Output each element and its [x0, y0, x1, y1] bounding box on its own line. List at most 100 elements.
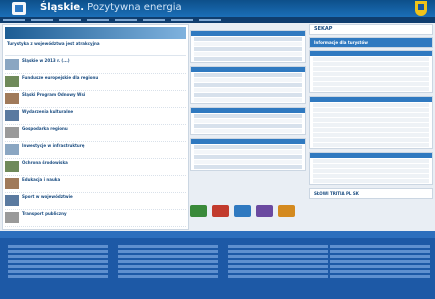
footer-link[interactable]	[330, 275, 430, 278]
box-link[interactable]	[194, 73, 302, 77]
nav-item[interactable]	[87, 19, 109, 21]
sidebar-link[interactable]	[313, 128, 429, 132]
sidebar-link[interactable]	[313, 174, 429, 178]
box-link[interactable]	[194, 83, 302, 87]
news-thumbnail[interactable]	[5, 144, 19, 155]
news-item[interactable]: Śląski Program Odnowy Wsi	[5, 92, 186, 108]
service-icon[interactable]	[256, 205, 273, 217]
box-link[interactable]	[194, 78, 302, 82]
footer-link[interactable]	[228, 260, 328, 263]
nav-item[interactable]	[143, 19, 165, 21]
footer-link[interactable]	[118, 270, 218, 273]
footer-link[interactable]	[8, 270, 108, 273]
footer-link[interactable]	[8, 245, 108, 248]
news-title[interactable]: Edukacja i nauka	[22, 177, 182, 182]
featured-image[interactable]	[5, 27, 186, 39]
sidebar-link[interactable]	[313, 57, 429, 61]
nav-item[interactable]	[31, 19, 53, 21]
sidebar-link[interactable]	[313, 108, 429, 112]
news-thumbnail[interactable]	[5, 161, 19, 172]
sidebar-link[interactable]	[313, 123, 429, 127]
news-item[interactable]: Fundusze europejskie dla regionu	[5, 75, 186, 91]
box-link[interactable]	[194, 37, 302, 41]
nav-item[interactable]	[115, 19, 137, 21]
footer-link[interactable]	[118, 245, 218, 248]
box-link[interactable]	[194, 150, 302, 154]
footer-link[interactable]	[118, 275, 218, 278]
news-thumbnail[interactable]	[5, 178, 19, 189]
service-icon[interactable]	[278, 205, 295, 217]
news-item[interactable]: Wydarzenia kulturalne	[5, 109, 186, 125]
footer-link[interactable]	[330, 265, 430, 268]
news-title[interactable]: Ochrona środowiska	[22, 160, 182, 165]
sidebar-link[interactable]	[313, 113, 429, 117]
news-thumbnail[interactable]	[5, 127, 19, 138]
box-link[interactable]	[194, 129, 302, 133]
news-title[interactable]: Śląskie w 2013 r. (...)	[22, 58, 182, 63]
tritia-badge[interactable]: SŁOWI TRITIA PL SK	[309, 188, 433, 199]
footer-link[interactable]	[8, 250, 108, 253]
box-link[interactable]	[194, 42, 302, 46]
box-link[interactable]	[194, 155, 302, 159]
sekap-banner[interactable]: SEKAP	[309, 24, 433, 35]
footer-link[interactable]	[118, 265, 218, 268]
box-link[interactable]	[194, 145, 302, 149]
news-item[interactable]: Śląskie w 2013 r. (...)	[5, 58, 186, 74]
news-thumbnail[interactable]	[5, 195, 19, 206]
news-item[interactable]: Edukacja i nauka	[5, 177, 186, 193]
news-title[interactable]: Wydarzenia kulturalne	[22, 109, 182, 114]
footer-link[interactable]	[118, 260, 218, 263]
news-item[interactable]: Ochrona środowiska	[5, 160, 186, 176]
news-title[interactable]: Fundusze europejskie dla regionu	[22, 75, 182, 80]
nav-item[interactable]	[199, 19, 221, 21]
service-icon[interactable]	[190, 205, 207, 217]
news-title[interactable]: Śląski Program Odnowy Wsi	[22, 92, 182, 97]
tourist-info-banner[interactable]: Informacje dla turystów	[309, 37, 433, 48]
footer-link[interactable]	[8, 255, 108, 258]
news-item[interactable]: Transport publiczny	[5, 211, 186, 227]
footer-link[interactable]	[330, 260, 430, 263]
sidebar-link[interactable]	[313, 82, 429, 86]
footer-link[interactable]	[228, 245, 328, 248]
box-link[interactable]	[194, 124, 302, 128]
footer-link[interactable]	[228, 265, 328, 268]
news-title[interactable]: Inwestycje w infrastrukturę	[22, 143, 182, 148]
sidebar-link[interactable]	[313, 72, 429, 76]
footer-link[interactable]	[8, 265, 108, 268]
footer-link[interactable]	[228, 250, 328, 253]
sidebar-link[interactable]	[313, 164, 429, 168]
logo-icon[interactable]	[12, 2, 26, 15]
news-thumbnail[interactable]	[5, 93, 19, 104]
sidebar-link[interactable]	[313, 62, 429, 66]
box-link[interactable]	[194, 93, 302, 97]
sidebar-link[interactable]	[313, 133, 429, 137]
sidebar-link[interactable]	[313, 159, 429, 163]
sidebar-link[interactable]	[313, 138, 429, 142]
footer-link[interactable]	[228, 275, 328, 278]
footer-link[interactable]	[228, 255, 328, 258]
news-item[interactable]: Gospodarka regionu	[5, 126, 186, 142]
footer-link[interactable]	[8, 275, 108, 278]
box-link[interactable]	[194, 98, 302, 102]
sidebar-link[interactable]	[313, 67, 429, 71]
news-thumbnail[interactable]	[5, 110, 19, 121]
box-link[interactable]	[194, 114, 302, 118]
box-link[interactable]	[194, 52, 302, 56]
box-link[interactable]	[194, 160, 302, 164]
featured-title[interactable]: Turystyka z województwa jest atrakcyjna	[7, 41, 185, 46]
news-thumbnail[interactable]	[5, 59, 19, 70]
news-item[interactable]: Inwestycje w infrastrukturę	[5, 143, 186, 159]
sidebar-link[interactable]	[313, 103, 429, 107]
nav-item[interactable]	[3, 19, 25, 21]
sidebar-link[interactable]	[313, 179, 429, 183]
box-link[interactable]	[194, 57, 302, 61]
box-link[interactable]	[194, 88, 302, 92]
sidebar-link[interactable]	[313, 143, 429, 147]
footer-link[interactable]	[330, 250, 430, 253]
sidebar-link[interactable]	[313, 118, 429, 122]
news-title[interactable]: Sport w województwie	[22, 194, 182, 199]
footer-link[interactable]	[118, 250, 218, 253]
featured-story[interactable]: Turystyka z województwa jest atrakcyjna	[5, 27, 186, 56]
footer-link[interactable]	[8, 260, 108, 263]
news-title[interactable]: Gospodarka regionu	[22, 126, 182, 131]
